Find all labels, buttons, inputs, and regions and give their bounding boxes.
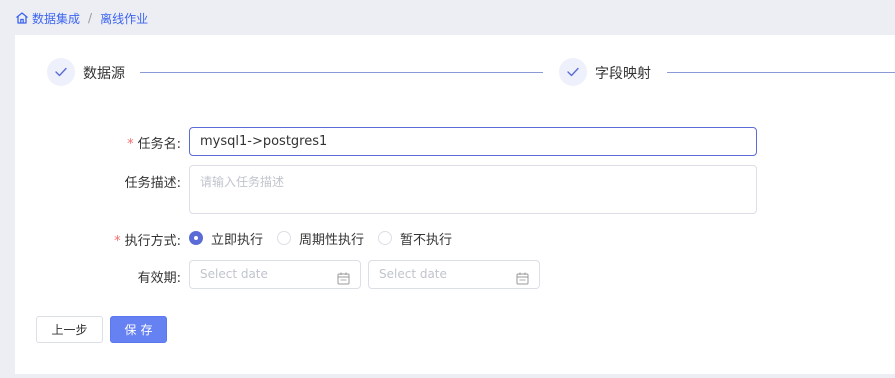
radio-unchecked-icon[interactable] [378, 231, 393, 245]
radio-not-run-label: 暂不执行 [400, 232, 453, 248]
radio-not-run[interactable]: 暂不执行 [378, 229, 452, 248]
step-1-title: 数据源 [83, 66, 125, 82]
prev-step-button[interactable]: 上一步 [36, 316, 103, 343]
step-connector [140, 72, 543, 73]
required-mark: * [127, 137, 134, 152]
required-mark: * [114, 234, 121, 249]
breadcrumb-separator: / [88, 11, 93, 25]
end-date-picker[interactable]: Select date [368, 260, 540, 289]
validity-label: 有效期: [137, 271, 181, 286]
task-desc-label: 任务描述: [124, 176, 181, 191]
task-name-label: * 任务名: [61, 133, 181, 152]
breadcrumb-item-data-integration[interactable]: 数据集成 [32, 10, 80, 27]
task-name-label-text: 任务名: [137, 137, 181, 152]
home-icon[interactable] [15, 11, 29, 25]
step-1-check-icon [47, 58, 75, 86]
breadcrumb: 数据集成 / 离线作业 [15, 9, 148, 27]
step-connector [667, 72, 895, 73]
calendar-icon[interactable] [516, 268, 529, 285]
steps: 数据源 字段映射 [15, 35, 895, 113]
save-button[interactable]: 保存 [110, 316, 167, 343]
breadcrumb-item-offline-job[interactable]: 离线作业 [100, 10, 148, 27]
radio-periodic-label: 周期性执行 [299, 232, 365, 248]
page: 数据集成 / 离线作业 数据源 字段映射 * 任务名: mysql1->post… [0, 0, 895, 378]
end-date-placeholder: Select date [379, 267, 447, 281]
radio-unchecked-icon[interactable] [277, 231, 292, 245]
exec-mode-label-text: 执行方式: [124, 234, 181, 249]
start-date-placeholder: Select date [200, 267, 268, 281]
radio-checked-icon[interactable] [189, 231, 203, 245]
radio-immediate[interactable]: 立即执行 [189, 229, 263, 248]
radio-periodic[interactable]: 周期性执行 [277, 229, 364, 248]
task-name-input[interactable]: mysql1->postgres1 [189, 127, 757, 156]
form-card: 数据源 字段映射 *任务名: mysql1->postgres1 任务描述: *… [15, 35, 895, 374]
exec-mode-radio-group: 立即执行 周期性执行 暂不执行 [189, 229, 466, 248]
start-date-picker[interactable]: Select date [189, 260, 361, 289]
calendar-icon[interactable] [337, 268, 350, 285]
step-2-check-icon [559, 58, 587, 86]
step-2-title: 字段映射 [595, 66, 651, 82]
radio-immediate-label: 立即执行 [211, 232, 264, 248]
exec-mode-label: * 执行方式: [61, 230, 181, 249]
task-desc-textarea[interactable] [189, 165, 757, 214]
